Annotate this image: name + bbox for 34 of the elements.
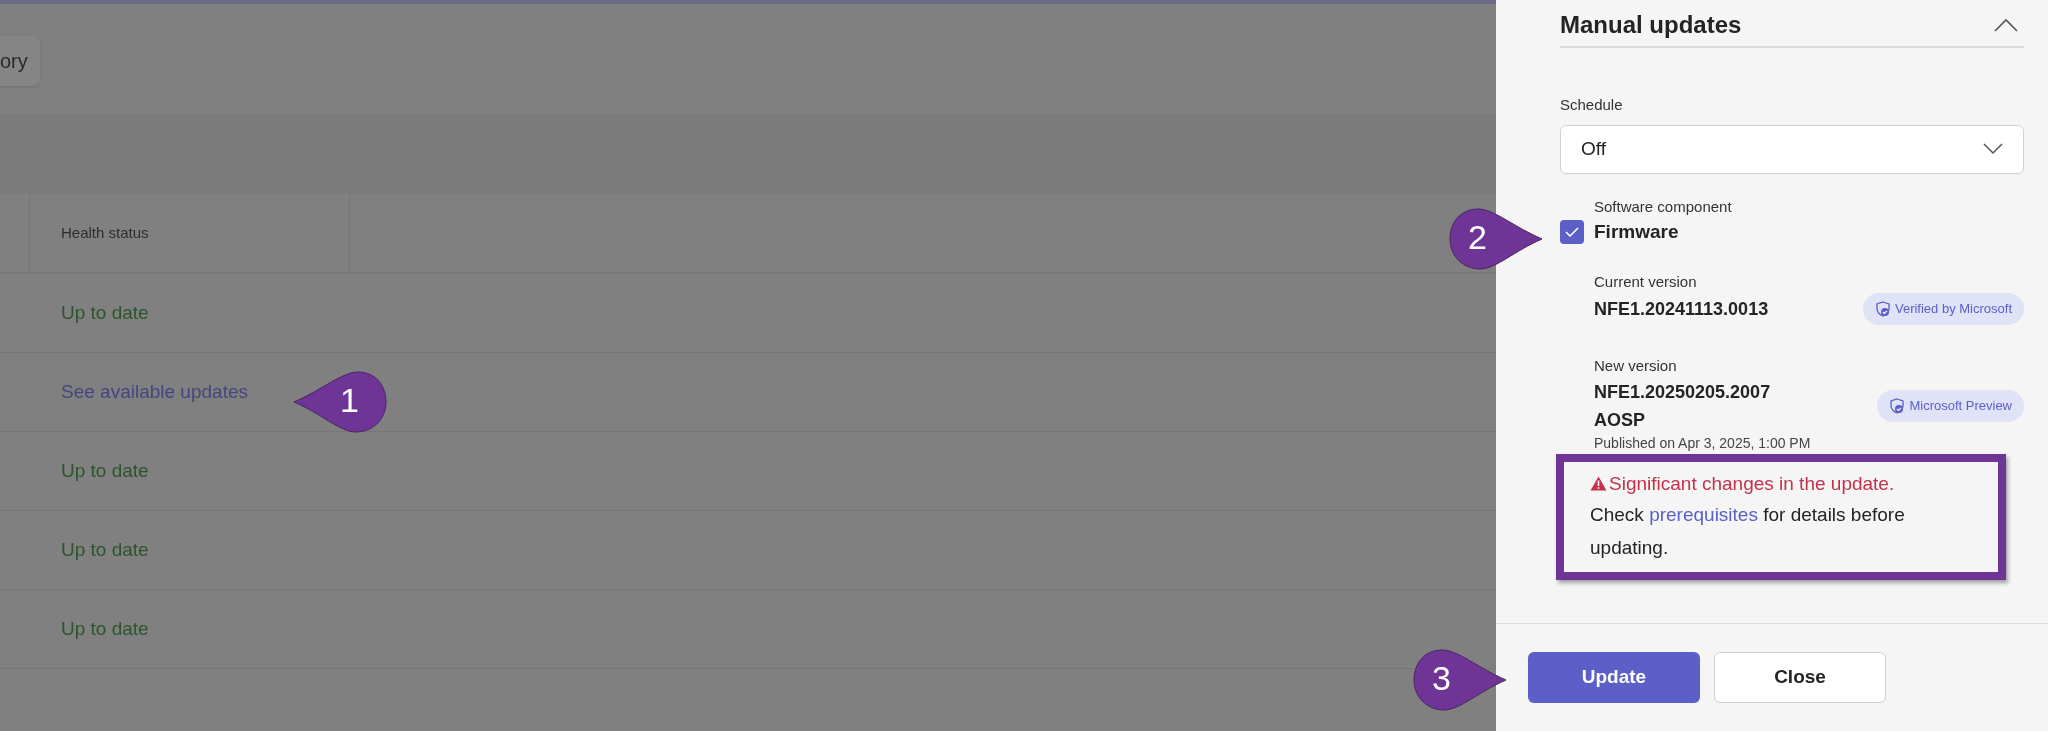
published-date: Published on Apr 3, 2025, 1:00 PM (1594, 433, 1812, 452)
warning-icon (1590, 476, 1607, 492)
toolbar-button[interactable]: ory (0, 36, 40, 86)
prerequisites-link[interactable]: prerequisites (1649, 504, 1758, 525)
callout-marker: 1 (292, 368, 388, 436)
column-header[interactable]: Health status (61, 221, 149, 245)
preview-badge: Microsoft Preview (1877, 389, 2024, 422)
health-status: Up to date (61, 300, 149, 325)
section-title: Manual updates (1560, 10, 1742, 40)
health-status: Up to date (61, 616, 149, 641)
checkbox[interactable] (1560, 220, 1584, 245)
component-name: Firmware (1594, 220, 1679, 244)
update-button[interactable]: Update (1528, 652, 1700, 703)
health-status: Up to date (61, 537, 149, 562)
chevron-down-icon (1983, 143, 2003, 155)
field-label: Schedule (1560, 95, 1624, 115)
version-number: AOSP (1594, 408, 1646, 432)
shield-check-icon (1889, 397, 1906, 414)
health-status: Up to date (61, 458, 149, 483)
chevron-up-icon[interactable] (1994, 18, 2018, 32)
field-label: Software component (1594, 196, 1733, 217)
checkmark-icon (1565, 227, 1579, 238)
verified-badge: Verified by Microsoft (1862, 293, 2024, 325)
shield-check-icon (1874, 301, 1891, 317)
warning-title: Significant changes in the update. (1609, 471, 1895, 496)
callout-marker: 3 (1412, 646, 1508, 714)
close-button[interactable]: Close (1714, 652, 1886, 703)
schedule-dropdown[interactable]: Off (1560, 124, 2024, 174)
field-label: Current version (1594, 271, 1698, 292)
version-number: NFE1.20250205.2007 (1594, 380, 1771, 404)
version-number: NFE1.20241113.0013 (1594, 297, 1769, 321)
callout-marker: 2 (1448, 205, 1544, 273)
warning-text: Check prerequisites for details before updating. (1590, 503, 1906, 560)
field-label: New version (1594, 356, 1678, 376)
